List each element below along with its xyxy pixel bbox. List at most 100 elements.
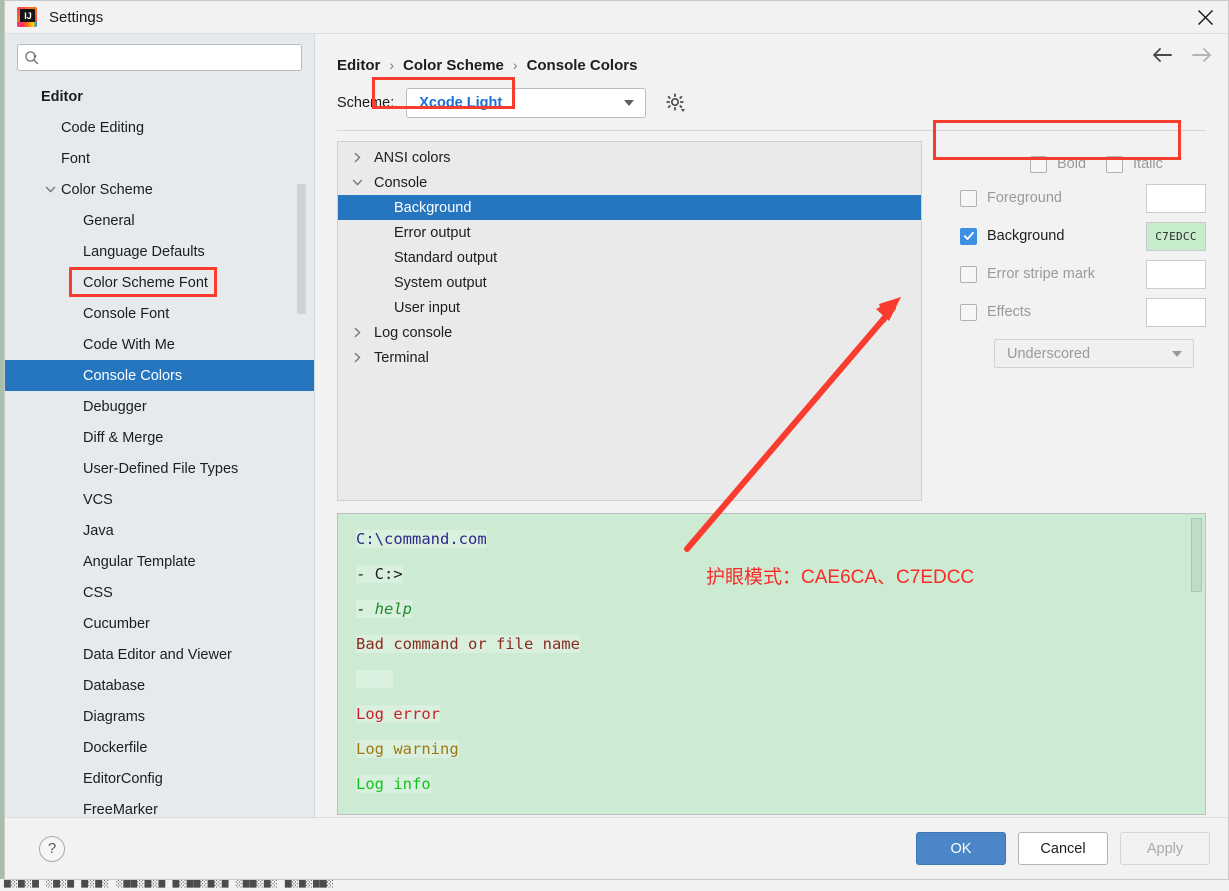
sidebar-item-debugger[interactable]: Debugger [5,391,314,422]
sidebar-item-label: CSS [83,584,113,601]
bold-label: Bold [1057,156,1087,172]
sidebar-item-label: Diagrams [83,708,146,725]
ok-button[interactable]: OK [916,832,1006,865]
sidebar-item-color-scheme[interactable]: Color Scheme [5,174,314,205]
background-window-bottom-edge: █░█░█ ░█░█ █░█░ ░██░█░█ █░██░█░█ ░██░█░ … [0,879,1229,891]
foreground-checkbox[interactable] [960,189,977,207]
chevron-down-icon[interactable] [45,174,59,205]
background-color-swatch[interactable]: C7EDCC [1146,221,1206,251]
breadcrumb-separator: › [512,57,518,73]
search-box[interactable] [17,44,302,71]
color-tree-item-standard-output[interactable]: Standard output [338,245,921,270]
sidebar-item-label: Database [83,677,146,694]
sidebar-item-font[interactable]: Font [5,143,314,174]
attribute-row-inner: Error stripe mark [960,259,1206,289]
sidebar-item-label: Code With Me [83,336,175,353]
preview-text-segment: Log warning [356,740,459,758]
effects-color-swatch[interactable] [1146,297,1206,327]
sidebar-item-data-editor-and-viewer[interactable]: Data Editor and Viewer [5,639,314,670]
sidebar-item-java[interactable]: Java [5,515,314,546]
chevron-right-icon[interactable] [352,345,363,370]
effect-type-select[interactable]: Underscored [994,339,1194,368]
background-checkbox[interactable] [960,227,977,245]
bold-checkbox[interactable] [1030,155,1047,173]
cancel-button[interactable]: Cancel [1018,832,1108,865]
preview-line: Log info [356,767,1205,802]
console-preview[interactable]: C:\command.com - C:> - help Bad command or … [337,513,1206,815]
sidebar-item-diff-merge[interactable]: Diff & Merge [5,422,314,453]
sidebar-item-cucumber[interactable]: Cucumber [5,608,314,639]
breadcrumb-item-1[interactable]: Color Scheme [403,57,504,74]
arrow-left-icon[interactable] [1150,46,1174,64]
sidebar-item-editorconfig[interactable]: EditorConfig [5,763,314,794]
sidebar-item-user-defined-file-types[interactable]: User-Defined File Types [5,453,314,484]
apply-button[interactable]: Apply [1120,832,1210,865]
foreground-color-swatch[interactable] [1146,183,1206,213]
color-tree-item-label: Standard output [394,249,498,266]
arrow-right-icon[interactable] [1190,46,1214,64]
color-tree-item-system-output[interactable]: System output [338,270,921,295]
close-icon[interactable] [1182,1,1228,33]
help-button[interactable]: ? [39,835,65,862]
sidebar-item-code-with-me[interactable]: Code With Me [5,329,314,360]
sidebar-item-label: Data Editor and Viewer [83,646,232,663]
chevron-down-icon[interactable] [352,170,363,195]
sidebar-item-language-defaults[interactable]: Language Defaults [5,236,314,267]
color-tree-item-user-input[interactable]: User input [338,295,921,320]
chevron-right-icon[interactable] [352,320,363,345]
color-tree-item-background[interactable]: Background [338,195,921,220]
scheme-label: Scheme: [337,95,395,111]
sidebar-item-general[interactable]: General [5,205,314,236]
color-tree-item-ansi-colors[interactable]: ANSI colors [338,145,921,170]
sidebar-item-dockerfile[interactable]: Dockerfile [5,732,314,763]
chevron-down-icon [1171,340,1183,367]
sidebar-scrollbar-thumb[interactable] [297,184,306,314]
sidebar-item-css[interactable]: CSS [5,577,314,608]
error-stripe-mark-checkbox[interactable] [960,265,977,283]
sidebar-item-label: Color Scheme Font [83,274,208,291]
scheme-select[interactable]: Xcode Light [406,88,647,118]
sidebar-item-freemarker[interactable]: FreeMarker [5,794,314,818]
sidebar-item-console-font[interactable]: Console Font [5,298,314,329]
preview-text-segment: C:\command.com [356,530,487,548]
preview-line: C:\command.com [356,522,1205,557]
sidebar-item-angular-template[interactable]: Angular Template [5,546,314,577]
effects-checkbox[interactable] [960,303,977,321]
font-style-row: Bold Italic [960,149,1206,179]
sidebar-item-label: Console Font [83,305,170,322]
attribute-row-background: Background C7EDCC [960,217,1206,255]
color-tree-item-log-console[interactable]: Log console [338,320,921,345]
preview-line: Bad command or file name [356,627,1205,662]
scheme-selected-value: Xcode Light [419,95,503,111]
intellij-idea-logo-icon [17,7,37,27]
sidebar-item-editor[interactable]: Editor [5,81,314,112]
color-tree-item-label: Log console [374,324,453,341]
color-tree-item-label: Error output [394,224,471,241]
color-tree-item-console[interactable]: Console [338,170,921,195]
gear-icon[interactable] [664,91,688,115]
settings-content-pane: Editor › Color Scheme › Console Colors S… [315,34,1228,817]
sidebar-item-console-colors[interactable]: Console Colors [5,360,314,391]
sidebar-item-label: Font [61,150,91,167]
sidebar-item-color-scheme-font[interactable]: Color Scheme Font [5,267,314,298]
annotation-red-note: 护眼模式：CAE6CA、C7EDCC [706,567,975,588]
color-tree-item-error-output[interactable]: Error output [338,220,921,245]
sidebar-item-label: FreeMarker [83,801,158,818]
chevron-right-icon[interactable] [352,145,363,170]
italic-checkbox[interactable] [1106,155,1124,173]
sidebar-item-database[interactable]: Database [5,670,314,701]
color-tree-item-label: Background [394,199,472,216]
search-input[interactable] [44,49,295,66]
scheme-row: Scheme: Xcode Light [315,78,1228,128]
sidebar-item-vcs[interactable]: VCS [5,484,314,515]
search-icon [25,50,39,64]
sidebar-item-diagrams[interactable]: Diagrams [5,701,314,732]
breadcrumb-item-2: Console Colors [526,56,638,74]
color-attributes-tree: ANSI colors Console Background Error output… [337,141,922,501]
error-stripe-mark-color-swatch[interactable] [1146,259,1206,289]
color-tree-item-label: Console [374,174,428,191]
color-tree-item-terminal[interactable]: Terminal [338,345,921,370]
sidebar-item-code-editing[interactable]: Code Editing [5,112,314,143]
breadcrumb-item-0[interactable]: Editor [337,57,380,74]
sidebar-item-label: Color Scheme [61,181,153,198]
